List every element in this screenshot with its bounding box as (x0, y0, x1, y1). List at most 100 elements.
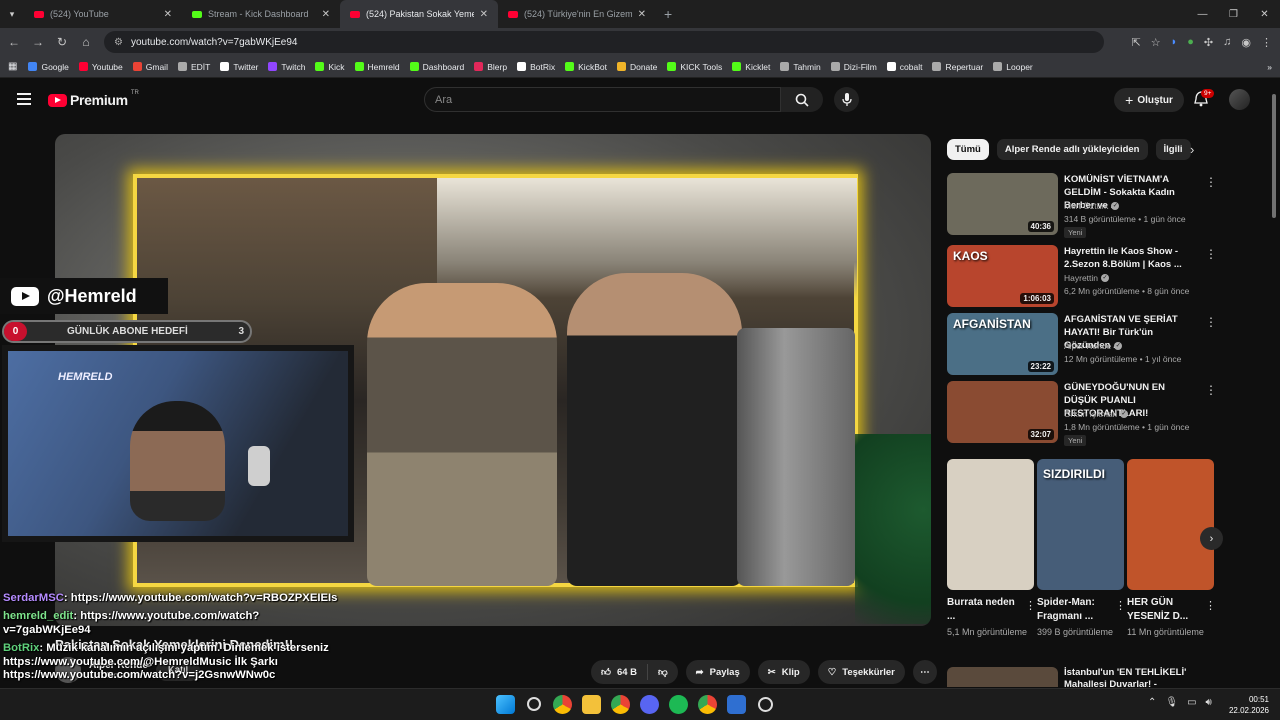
bookmark-item[interactable]: Gmail (128, 62, 173, 72)
more-actions-button[interactable]: ⋯ (912, 660, 937, 684)
bookmark-item[interactable]: Google (23, 62, 73, 72)
chrome-icon[interactable] (553, 695, 572, 714)
shorts-next-button[interactable]: › (1200, 527, 1223, 550)
bookmark-item[interactable]: Dizi-Film (826, 62, 882, 72)
bookmark-item[interactable]: Looper (988, 62, 1037, 72)
hamburger-menu-icon[interactable] (17, 93, 31, 105)
puzzle-icon[interactable]: ✣ (1204, 36, 1213, 49)
bookmark-item[interactable]: KICK Tools (662, 62, 727, 72)
site-info-icon[interactable]: ⚙ (114, 37, 123, 48)
extension-icon[interactable]: ◗ (1171, 36, 1178, 48)
recommendation-item[interactable]: AFGANİSTAN 23:22 AFGANİSTAN VE ŞERİAT HAYA… (947, 313, 1217, 377)
chrome-profile-icon[interactable] (611, 695, 630, 714)
bookmark-item[interactable]: BotRix (512, 62, 560, 72)
app-icon[interactable] (727, 695, 746, 714)
forward-button[interactable]: → (26, 35, 50, 49)
volume-icon[interactable]: 🔊︎ (1206, 697, 1212, 708)
tab-close-icon[interactable]: ✕ (480, 9, 488, 20)
tab-close-icon[interactable]: ✕ (638, 9, 646, 20)
bookmark-item[interactable]: Tahmin (775, 62, 825, 72)
search-input[interactable]: Ara (424, 87, 781, 112)
bookmark-item[interactable]: Kick (310, 62, 349, 72)
short-item[interactable]: SIZDIRILDI Spider-Man: Fragmanı ... 399 B … (1037, 459, 1126, 638)
bookmark-star-icon[interactable]: ☆ (1151, 36, 1161, 49)
profile-extension-icon[interactable]: ● (1187, 36, 1194, 48)
bookmark-item[interactable]: Blerp (469, 62, 512, 72)
close-window-button[interactable]: ✕ (1249, 9, 1280, 20)
spotify-icon[interactable] (669, 695, 688, 714)
recommendation-item[interactable]: 32:07 GÜNEYDOĞU'NUN EN DÜŞÜK PUANLI RESTO… (947, 381, 1217, 446)
home-button[interactable]: ⌂ (74, 35, 98, 49)
tab-search-icon[interactable]: ▾ (0, 9, 24, 20)
bookmark-item[interactable]: Kicklet (727, 62, 775, 72)
url-field[interactable]: ⚙ youtube.com/watch?v=7gabWKjEe94 (104, 31, 1104, 53)
recommendation-item[interactable]: KAOS 1:06:03 Hayrettin ile Kaos Show - 2.S… (947, 245, 1217, 309)
browser-tab[interactable]: (524) YouTube ✕ (24, 0, 182, 28)
account-avatar[interactable] (1229, 89, 1250, 110)
create-button[interactable]: + Oluştur (1114, 88, 1184, 112)
youtube-premium-logo[interactable]: Premium TR (48, 90, 139, 108)
browser-tab[interactable]: (524) Pakistan Sokak Yemekleri ✕ (340, 0, 498, 28)
voice-search-button[interactable] (834, 87, 859, 112)
scrollbar-thumb[interactable] (1272, 94, 1276, 218)
obs-icon[interactable] (758, 697, 773, 712)
windows-start-icon[interactable] (496, 695, 515, 714)
more-options-icon[interactable]: ⋮ (1205, 599, 1216, 612)
bookmark-item[interactable]: Hemreld (350, 62, 405, 72)
tab-close-icon[interactable]: ✕ (322, 9, 330, 20)
media-icon[interactable]: ♫ (1223, 36, 1231, 48)
recommendation-partial[interactable]: İstanbul'un 'EN TEHLİKELİ' Mahallesi Duv… (947, 667, 1217, 702)
more-options-icon[interactable]: ⋮ (1205, 383, 1217, 397)
more-options-icon[interactable]: ⋮ (1025, 599, 1036, 612)
filter-chip[interactable]: Alper Rende adlı yükleyiciden (996, 139, 1148, 160)
mic-tray-icon[interactable]: 🎙︎ (1165, 697, 1178, 708)
chevron-right-icon[interactable]: › (1190, 142, 1194, 157)
reload-button[interactable]: ↻ (50, 35, 74, 49)
short-item[interactable]: Burrata neden ... 5,1 Mn görüntüleme ⋮ (947, 459, 1036, 638)
search-button[interactable] (781, 87, 823, 112)
discord-icon[interactable] (640, 695, 659, 714)
apps-icon[interactable]: ▦ (6, 61, 23, 72)
folder-icon[interactable] (582, 695, 601, 714)
bookmark-item[interactable]: Youtube (74, 62, 128, 72)
clip-button[interactable]: ✂ Klip (757, 660, 810, 684)
recommendation-thumbnail: KAOS 1:06:03 (947, 245, 1058, 307)
profile-icon[interactable]: ◉ (1241, 36, 1251, 49)
share-button[interactable]: ➦ Paylaş (685, 660, 750, 684)
chevron-up-icon[interactable]: ⌃ (1148, 697, 1156, 708)
page-scrollbar[interactable] (1270, 84, 1278, 684)
tab-close-icon[interactable]: ✕ (164, 9, 172, 20)
kebab-menu-icon[interactable]: ⋮ (1261, 36, 1272, 49)
more-options-icon[interactable]: ⋮ (1115, 599, 1126, 612)
bookmark-item[interactable]: cobalt (882, 62, 928, 72)
filter-chip[interactable]: İlgili (1155, 139, 1191, 160)
more-options-icon[interactable]: ⋮ (1205, 247, 1217, 261)
minimize-button[interactable]: — (1187, 9, 1218, 20)
chrome-alt-icon[interactable] (698, 695, 717, 714)
bookmark-item[interactable]: Twitter (215, 62, 263, 72)
bookmark-item[interactable]: Donate (612, 62, 662, 72)
filter-chip[interactable]: Tümü (947, 139, 989, 160)
bookmark-item[interactable]: KickBot (560, 62, 612, 72)
more-bookmarks-icon[interactable]: » (1267, 62, 1272, 72)
bookmark-item[interactable]: Repertuar (927, 62, 988, 72)
display-icon[interactable]: ▭ (1187, 697, 1196, 708)
bookmark-item[interactable]: Dashboard (405, 62, 470, 72)
back-button[interactable]: ← (2, 35, 26, 49)
maximize-button[interactable]: ❐ (1218, 9, 1249, 20)
bookmark-item[interactable]: EDİT (173, 62, 215, 72)
browser-tab[interactable]: (524) Türkiye'nin En Gizemli Ol ✕ (498, 0, 656, 28)
more-options-icon[interactable]: ⋮ (1205, 175, 1217, 189)
dislike-button[interactable]: 👎︎ (648, 666, 678, 678)
bookmark-item[interactable]: Twitch (263, 62, 310, 72)
search-taskbar-icon[interactable] (527, 697, 541, 711)
new-tab-button[interactable]: + (664, 6, 672, 22)
install-icon[interactable]: ⇱ (1132, 36, 1141, 49)
recommendation-item[interactable]: 40:36 KOMÜNİST VİETNAM'A GELDİM - Sokakta… (947, 173, 1217, 238)
more-options-icon[interactable]: ⋮ (1205, 315, 1217, 329)
clock[interactable]: 00:51 22.02.2026 (1225, 694, 1269, 716)
browser-tab[interactable]: Stream - Kick Dashboard ✕ (182, 0, 340, 28)
short-item[interactable]: HER GÜN YESENİZ D... 11 Mn görüntüleme ⋮ (1127, 459, 1216, 638)
like-button[interactable]: 👍︎ 64 B (591, 664, 649, 680)
thanks-button[interactable]: ♡ Teşekkürler (817, 660, 905, 684)
